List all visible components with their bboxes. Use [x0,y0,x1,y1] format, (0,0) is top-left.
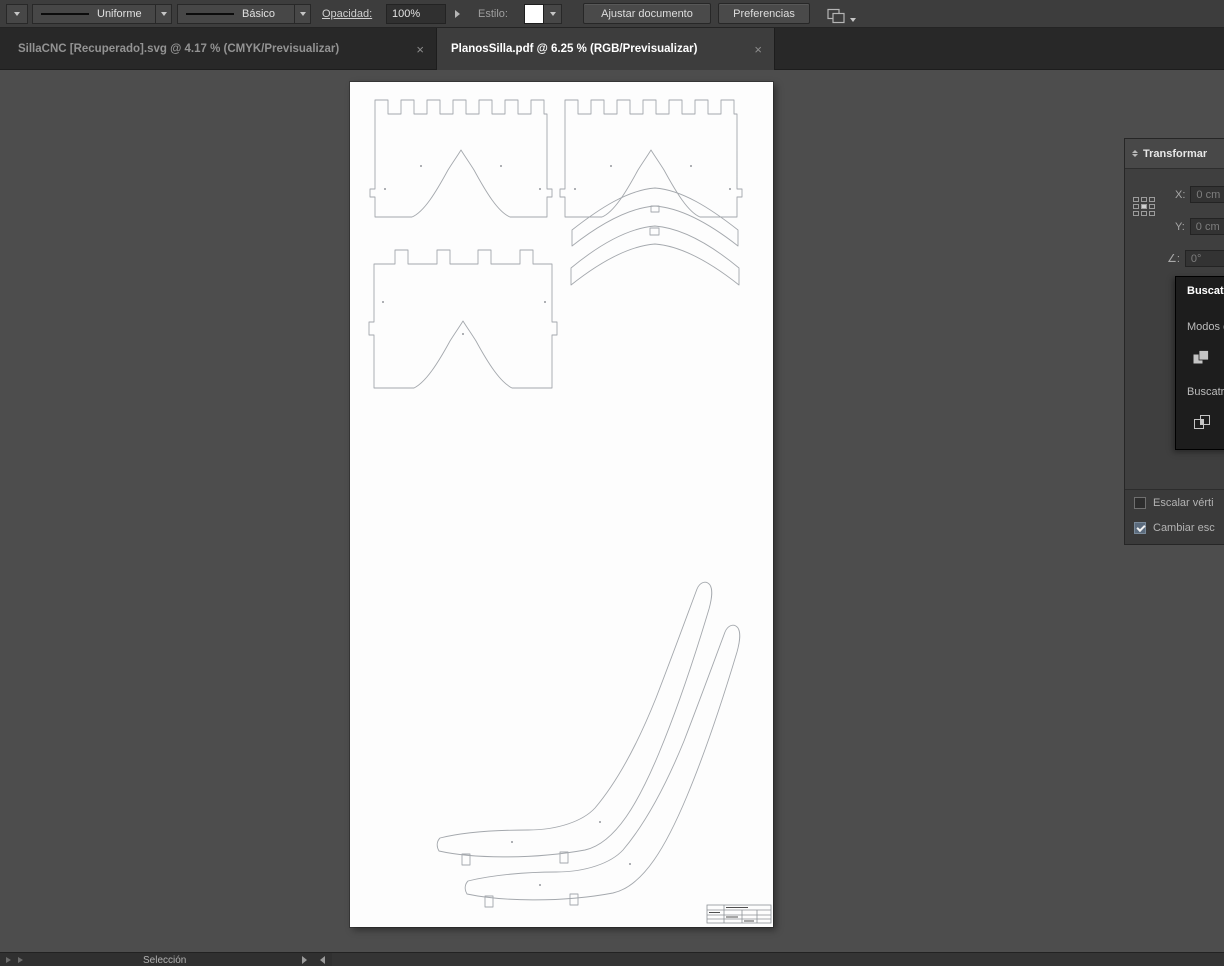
x-label: X: [1175,188,1186,201]
illustrator-window: Uniforme Básico Opacidad: 100% Estilo: A… [0,0,1224,966]
tab-sillacnc-svg[interactable]: SillaCNC [Recuperado].svg @ 4.17 % (CMYK… [0,28,437,70]
opacity-label[interactable]: Opacidad: [322,8,372,20]
scale-strokes-label: Cambiar esc [1153,522,1215,534]
drill-dots [382,165,731,886]
chevron-down-icon [14,12,20,16]
pathfinder-modes-label: Buscatra [1187,386,1224,398]
graphic-style-swatch[interactable] [524,4,544,24]
brush-preview-icon [186,13,234,15]
brush-definition-select[interactable]: Básico [177,4,295,24]
arrow-right-icon [302,956,307,964]
ref-point[interactable] [1149,197,1155,202]
ref-point[interactable] [1133,204,1139,209]
control-bar: Uniforme Básico Opacidad: 100% Estilo: A… [0,0,1224,28]
opacity-slider-arrow[interactable] [450,4,464,24]
opacity-value: 100% [392,8,421,20]
pathfinder-panel-title: Buscat [1187,285,1224,297]
graphic-style-chevron[interactable] [544,4,562,24]
ref-point[interactable] [1141,197,1147,202]
tab-planossilla-pdf[interactable]: PlanosSilla.pdf @ 6.25 % (RGB/Previsuali… [437,28,775,70]
panel-collapse-icon[interactable] [1132,150,1138,157]
preferences-label: Preferencias [733,7,795,20]
document-tab-bar: SillaCNC [Recuperado].svg @ 4.17 % (CMYK… [0,28,1224,70]
chevron-down-icon [299,12,306,16]
ref-point[interactable] [1149,204,1155,209]
scale-corners-label: Escalar vérti [1153,497,1214,509]
opacity-input[interactable]: 100% [386,4,446,24]
angle-input[interactable]: 0° [1184,250,1224,267]
divide-icon [1194,415,1210,429]
artboard-page[interactable] [350,82,773,927]
unite-icon [1193,350,1209,364]
tab-title: PlanosSilla.pdf @ 6.25 % (RGB/Previsuali… [451,43,698,55]
ref-point[interactable] [1133,211,1139,216]
stroke-profile-select[interactable]: Uniforme [32,4,156,24]
chevron-down-icon [850,18,856,22]
hscroll-left-arrow[interactable] [320,953,325,966]
chair-cnc-cut-drawing [368,99,772,924]
pathfinder-panel: Buscat Modos d Buscatra [1175,276,1224,450]
close-icon[interactable]: × [416,42,424,57]
arrange-documents-button[interactable] [826,6,846,26]
tool-name: Selección [143,954,187,966]
divide-pathfinder-button[interactable] [1193,414,1212,431]
ref-point-selected[interactable] [1141,204,1147,209]
current-tool-status: Selección [143,953,186,966]
transform-options: Escalar vérti Cambiar esc [1125,489,1224,544]
arrow-right-icon [454,10,460,18]
document-canvas[interactable] [0,70,1224,952]
stroke-profile-chevron[interactable] [156,4,172,24]
scale-strokes-option[interactable]: Cambiar esc [1134,522,1215,534]
ref-point[interactable] [1149,211,1155,216]
scale-strokes-checkbox[interactable] [1134,522,1146,534]
scale-corners-checkbox[interactable] [1134,497,1146,509]
status-flyout-arrow[interactable] [302,953,307,966]
reference-point-locator[interactable] [1133,197,1155,216]
arrange-documents-chevron[interactable] [850,10,856,30]
stroke-profile-value: Uniforme [97,8,142,20]
stroke-profile-preview-icon [41,13,89,15]
next-artboard-nav-icon[interactable] [18,953,23,966]
fit-document-button[interactable]: Ajustar documento [583,3,711,24]
brush-value: Básico [242,8,276,20]
x-input[interactable]: 0 cm [1190,186,1224,203]
status-bar: Selección [0,952,1224,966]
rotate-angle-icon: ∠: [1167,253,1180,265]
brush-chevron[interactable] [295,4,311,24]
chevron-down-icon [160,12,167,16]
ref-point[interactable] [1133,197,1139,202]
shape-modes-label: Modos d [1187,321,1224,333]
transform-panel-header[interactable]: Transformar [1125,139,1224,169]
chevron-down-icon [549,12,556,16]
fit-document-label: Ajustar documento [601,7,693,20]
arrange-documents-icon [827,8,845,24]
arrow-left-icon [320,956,325,964]
close-icon[interactable]: × [754,42,762,57]
scale-corners-option[interactable]: Escalar vérti [1134,497,1214,509]
horizontal-scrollbar-track[interactable] [332,953,1224,966]
transform-panel-title: Transformar [1143,147,1208,160]
ref-point[interactable] [1141,211,1147,216]
tab-title: SillaCNC [Recuperado].svg @ 4.17 % (CMYK… [18,43,340,55]
width-profile-chevron-button[interactable] [6,4,28,24]
first-artboard-nav-icon[interactable] [6,953,11,966]
y-label: Y: [1175,220,1185,233]
preferences-button[interactable]: Preferencias [718,3,810,24]
y-input[interactable]: 0 cm [1189,218,1224,235]
style-label: Estilo: [478,8,508,20]
unite-shape-mode-button[interactable] [1192,349,1211,366]
